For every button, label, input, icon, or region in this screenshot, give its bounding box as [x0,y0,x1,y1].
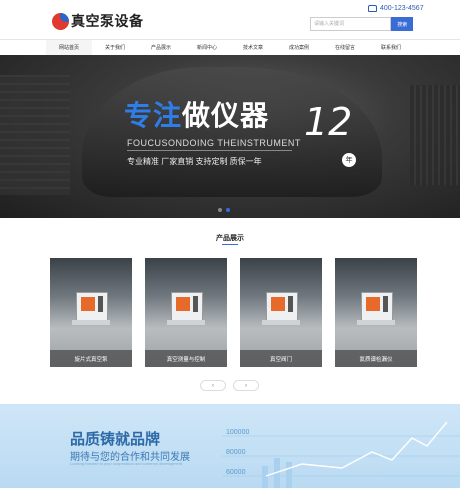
chart-label: 80000 [226,449,246,456]
product-pager: ‹ › [200,380,259,391]
nav-item-cases[interactable]: 成功案例 [276,40,322,55]
chart-label: 100000 [226,429,249,436]
nav-item-contact[interactable]: 联系我们 [368,40,414,55]
nav-item-articles[interactable]: 技术文章 [230,40,276,55]
nav-item-news[interactable]: 新闻中心 [184,40,230,55]
machine-image [262,288,300,326]
product-card-label[interactable]: 真空阀门 [240,350,322,367]
product-card-label[interactable]: 真空测量与控制 [145,350,227,367]
brand-title: 品质铸就品牌 [70,431,161,448]
product-card-label[interactable]: 氦质谱检漏仪 [335,350,417,367]
chart-line [265,421,448,477]
hero-divider [127,150,292,151]
chart-bar [286,462,292,488]
chart-bar [262,466,268,488]
machine-image [167,288,205,326]
carousel-dot-active[interactable] [226,208,230,212]
brand-banner: 品质铸就品牌 期待与您的合作和共同发展 Looking forward to y… [0,404,460,488]
phone-icon [368,5,377,12]
hero-title: 专注做仪器 [124,94,269,134]
machine-image [72,288,110,326]
logo-text: 真空泵设备 [71,14,144,30]
product-card[interactable]: 氦质谱检漏仪 [335,258,417,367]
phone-number: 400-123-4567 [380,5,424,12]
product-card[interactable]: 真空测量与控制 [145,258,227,367]
hero-subtitle: FOUCUSONDOING THEINSTRUMENT [127,138,301,148]
hero-badge: 年 [342,153,356,167]
logo[interactable]: 真空泵设备 [52,11,144,31]
search-input[interactable] [310,17,392,31]
nav-item-home[interactable]: 网站首页 [46,40,92,55]
section-title-underline [222,244,238,245]
logo-icon [52,12,69,30]
product-list: 旋片式真空泵 真空测量与控制 真空阀门 氦质谱检漏仪 [50,258,417,367]
nav-item-about[interactable]: 关于我们 [92,40,138,55]
hero-background-rack [410,85,460,185]
search-box: 搜索 [310,17,413,31]
product-card[interactable]: 旋片式真空泵 [50,258,132,367]
nav-item-products[interactable]: 产品展示 [138,40,184,55]
hero-banner[interactable] [0,55,460,218]
phone-hotline: 400-123-4567 [368,5,424,12]
search-button[interactable]: 搜索 [391,17,413,31]
machine-image [357,288,395,326]
prev-button[interactable]: ‹ [200,380,226,391]
hero-title-blue: 专注 [124,99,183,132]
section-title: 产品展示 [216,235,244,242]
hero-background-shelf [0,75,70,195]
nav-item-message[interactable]: 在线留言 [322,40,368,55]
carousel-dot[interactable] [218,208,222,212]
site-header: 真空泵设备 400-123-4567 搜索 [0,0,460,38]
hero-slogan: 专业精准 厂家直销 支持定制 质保一年 [127,157,262,166]
hero-title-white: 做仪器 [182,99,270,132]
growth-chart-graphic: 100000 80000 60000 [222,421,460,488]
hero-number: 12 [304,100,353,144]
carousel-dots [218,208,230,212]
main-nav: 网站首页 关于我们 产品展示 新闻中心 技术文章 成功案例 在线留言 联系我们 [0,39,460,56]
product-card-label[interactable]: 旋片式真空泵 [50,350,132,367]
chart-label: 60000 [226,469,246,476]
brand-small-text: Looking forward to your cooperation and … [70,461,183,466]
product-card[interactable]: 真空阀门 [240,258,322,367]
next-button[interactable]: › [233,380,259,391]
